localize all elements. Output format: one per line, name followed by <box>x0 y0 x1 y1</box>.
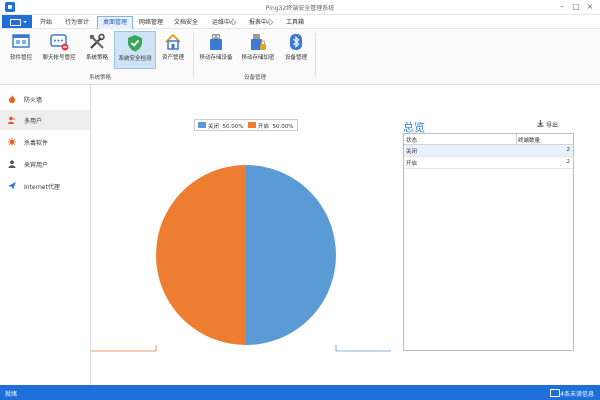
software-control-label: 软件管控 <box>9 55 32 61</box>
tab-report-center[interactable]: 报表中心 <box>245 17 277 28</box>
pie-leader-line-1 <box>91 345 157 352</box>
sidebar-item-guest-user[interactable]: 来宾用户 <box>0 154 90 174</box>
asset-house-icon <box>165 33 181 50</box>
tab-document-security[interactable]: 文档安全 <box>170 17 202 28</box>
software-control-icon <box>12 34 30 48</box>
group-separator <box>193 33 194 77</box>
sidebar-item-multi-user[interactable]: 多用户 <box>0 110 90 130</box>
tab-operations-center[interactable]: 运维中心 <box>208 17 240 28</box>
sidebar-item-label: 杀毒软件 <box>24 140 49 147</box>
device-management-label: 设备管理 <box>284 55 307 61</box>
overview-table: 状态 终端数量 关闭 2 开启 2 <box>403 133 574 351</box>
sidebar-item-antivirus[interactable]: 杀毒软件 <box>0 132 90 152</box>
pie-slice-1[interactable] <box>156 165 246 345</box>
sidebar-item-label: 多用户 <box>24 118 43 125</box>
sidebar-item-label: 来宾用户 <box>24 162 49 169</box>
asset-management-button[interactable]: 资产管理 <box>158 31 188 67</box>
chevron-down-icon <box>23 21 27 23</box>
sidebar-item-firewall[interactable]: 防火墙 <box>0 89 90 109</box>
removable-storage-label: 移动存储设备 <box>199 55 233 61</box>
status-text: 就绪 <box>5 391 18 398</box>
group-separator <box>315 33 316 77</box>
export-label: 导出 <box>546 122 559 129</box>
chat-account-icon <box>50 34 69 51</box>
tab-behavior-audit[interactable]: 行为审计 <box>60 17 94 28</box>
firewall-icon <box>9 95 15 103</box>
tab-start[interactable]: 开始 <box>36 17 56 28</box>
system-policy-label: 系统策略 <box>85 55 108 61</box>
shield-check-icon <box>128 35 142 52</box>
table-row[interactable]: 关闭 2 <box>404 145 573 157</box>
removable-encrypt-label: 移动存储加密 <box>241 55 275 61</box>
table-cell-status: 关闭 <box>406 149 418 155</box>
pie-leader-line-0 <box>335 345 391 352</box>
multi-user-icon <box>8 116 16 124</box>
export-icon <box>537 120 544 127</box>
bluetooth-device-icon <box>290 34 302 50</box>
close-icon[interactable]: × <box>584 1 596 13</box>
table-row[interactable]: 开启 2 <box>404 157 573 169</box>
software-control-button[interactable]: 软件管控 <box>5 31 37 67</box>
removable-storage-button[interactable]: 移动存储设备 <box>196 31 236 67</box>
start-menu-button[interactable] <box>2 15 32 28</box>
antivirus-icon <box>8 138 16 146</box>
chat-account-button[interactable]: 聊天帐号管控 <box>38 31 80 67</box>
sidebar: 防火墙 多用户 杀毒软件 来宾用户 Internet代理 <box>0 85 91 385</box>
asset-management-label: 资产管理 <box>161 55 184 61</box>
group-label-system-policy: 系统策略 <box>88 75 111 81</box>
system-security-check-button[interactable]: 系统安全检测 <box>114 31 156 69</box>
guest-user-icon <box>8 160 16 168</box>
proxy-icon <box>8 182 16 190</box>
mail-icon[interactable] <box>550 389 560 397</box>
group-label-device-management: 设备管理 <box>243 75 266 81</box>
usb-storage-icon <box>210 34 222 50</box>
pie-chart: 50.00%50.00% <box>91 165 391 352</box>
table-cell-status: 开启 <box>406 161 418 167</box>
main-panel: 关闭 50.00% 开启 50.00% 50.00%50.00% 总览 导出 状… <box>91 85 600 385</box>
menu-bar: 开始 行为审计 桌面管理 网络管理 文档安全 运维中心 报表中心 工具箱 <box>0 15 600 29</box>
column-divider <box>516 134 517 144</box>
pie-slice-0[interactable] <box>246 165 336 345</box>
title-bar: Ping32终端安全管理系统 – □ × <box>0 0 600 15</box>
sidebar-item-label: Internet代理 <box>24 184 60 191</box>
table-cell-count: 2 <box>566 159 571 165</box>
tab-desktop-management[interactable]: 桌面管理 <box>97 16 133 29</box>
window-title: Ping32终端安全管理系统 <box>265 5 335 12</box>
column-header-status[interactable]: 状态 <box>406 136 417 144</box>
tab-toolbox[interactable]: 工具箱 <box>282 17 308 28</box>
removable-encrypt-button[interactable]: 移动存储加密 <box>238 31 278 67</box>
table-header: 状态 终端数量 <box>404 134 573 145</box>
start-menu-icon <box>10 19 21 26</box>
ribbon-toolbar: 软件管控 聊天帐号管控 系统策略 系统安全检测 资产管理 移动存储设备 移动存储… <box>0 29 600 85</box>
column-header-count[interactable]: 终端数量 <box>518 136 540 144</box>
system-policy-button[interactable]: 系统策略 <box>82 31 112 67</box>
sidebar-item-internet-proxy[interactable]: Internet代理 <box>0 176 90 196</box>
status-bar: 就绪 4条未读信息 <box>0 385 600 400</box>
maximize-icon[interactable]: □ <box>570 1 582 13</box>
chat-account-label: 聊天帐号管控 <box>42 55 76 61</box>
export-button[interactable]: 导出 <box>537 120 559 129</box>
minimize-icon[interactable]: – <box>556 1 568 13</box>
unread-messages-link[interactable]: 4条未读信息 <box>560 389 594 398</box>
system-security-check-label: 系统安全检测 <box>118 56 152 62</box>
sidebar-item-label: 防火墙 <box>24 97 43 104</box>
tab-network-management[interactable]: 网络管理 <box>135 17 167 28</box>
tools-icon <box>90 33 105 49</box>
device-management-button[interactable]: 设备管理 <box>282 31 310 67</box>
usb-encrypt-icon <box>251 34 266 50</box>
table-cell-count: 2 <box>566 147 571 153</box>
